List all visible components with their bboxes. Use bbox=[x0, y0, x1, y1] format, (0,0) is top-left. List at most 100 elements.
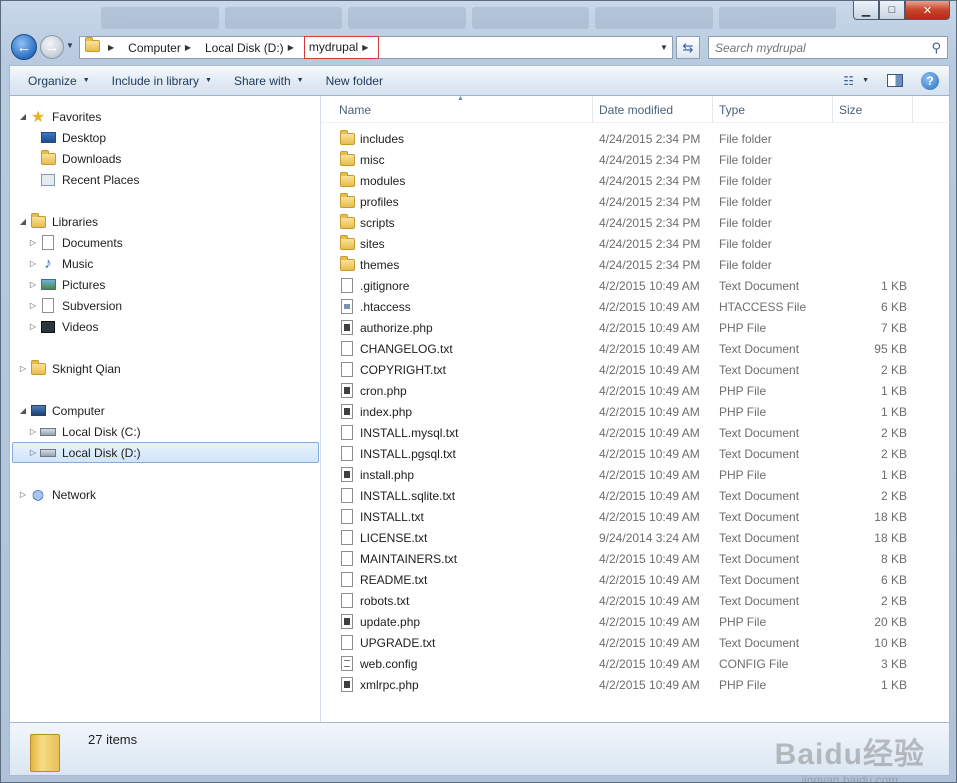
breadcrumb-mydrupal[interactable]: mydrupal ▶ bbox=[303, 35, 380, 59]
file-name: index.php bbox=[360, 404, 413, 419]
file-row[interactable]: index.php 4/2/2015 10:49 AM PHP File 1 KB bbox=[321, 401, 950, 422]
nav-user-folder[interactable]: ▷ Sknight Qian bbox=[18, 358, 121, 379]
refresh-button[interactable]: ⇆ bbox=[676, 36, 700, 59]
file-row[interactable]: COPYRIGHT.txt 4/2/2015 10:49 AM Text Docum… bbox=[321, 359, 950, 380]
file-row[interactable]: authorize.php 4/2/2015 10:49 AM PHP File 7 … bbox=[321, 317, 950, 338]
nav-downloads[interactable]: Downloads bbox=[40, 148, 121, 169]
search-icon[interactable]: ⚲ bbox=[931, 40, 941, 56]
nav-local-disk-d[interactable]: ▷ Local Disk (D:) bbox=[12, 442, 319, 463]
file-row[interactable]: INSTALL.txt 4/2/2015 10:49 AM Text Documen… bbox=[321, 506, 950, 527]
back-button[interactable]: ← bbox=[11, 34, 37, 60]
collapsed-icon[interactable]: ▷ bbox=[28, 427, 38, 436]
file-row[interactable]: profiles 4/24/2015 2:34 PM File folder bbox=[321, 191, 950, 212]
collapsed-icon[interactable]: ▷ bbox=[28, 238, 38, 247]
file-row[interactable]: xmlrpc.php 4/2/2015 10:49 AM PHP File 1 KB bbox=[321, 674, 950, 695]
include-in-library-button[interactable]: Include in library ▼ bbox=[104, 74, 220, 88]
file-date-modified: 4/2/2015 10:49 AM bbox=[599, 278, 700, 293]
file-row[interactable]: INSTALL.sqlite.txt 4/2/2015 10:49 AM Text … bbox=[321, 485, 950, 506]
file-row[interactable]: themes 4/24/2015 2:34 PM File folder bbox=[321, 254, 950, 275]
nav-local-disk-c[interactable]: ▷ Local Disk (C:) bbox=[28, 421, 141, 442]
recent-pages-dropdown-icon[interactable]: ▼ bbox=[66, 41, 74, 50]
nav-videos[interactable]: ▷ Videos bbox=[28, 316, 99, 337]
text-document-icon bbox=[339, 635, 355, 651]
text-document-icon bbox=[339, 551, 355, 567]
file-type: Text Document bbox=[719, 341, 800, 356]
minimize-button[interactable]: ▁ bbox=[853, 1, 879, 20]
php-file-icon bbox=[339, 404, 355, 420]
file-size: 95 KB bbox=[874, 341, 907, 356]
file-row[interactable]: MAINTAINERS.txt 4/2/2015 10:49 AM Text Doc… bbox=[321, 548, 950, 569]
breadcrumb-local-disk-d[interactable]: Local Disk (D:) ▶ bbox=[201, 37, 304, 58]
breadcrumb-computer[interactable]: Computer ▶ bbox=[124, 37, 201, 58]
file-row[interactable]: robots.txt 4/2/2015 10:49 AM Text Document… bbox=[321, 590, 950, 611]
file-row[interactable]: .gitignore 4/2/2015 10:49 AM Text Document… bbox=[321, 275, 950, 296]
column-size[interactable]: Size bbox=[833, 96, 913, 123]
column-type[interactable]: Type bbox=[713, 96, 833, 123]
file-name-cell: update.php bbox=[321, 614, 593, 630]
file-row[interactable]: .htaccess 4/2/2015 10:49 AM HTACCESS File 6… bbox=[321, 296, 950, 317]
nav-favorites[interactable]: ◢ ★ Favorites bbox=[18, 106, 101, 127]
share-with-button[interactable]: Share with ▼ bbox=[226, 74, 312, 88]
file-row[interactable]: install.php 4/2/2015 10:49 AM PHP File 1 KB bbox=[321, 464, 950, 485]
nav-network[interactable]: ▷ ◍ Network bbox=[18, 484, 96, 505]
text-document-icon bbox=[339, 530, 355, 546]
collapsed-icon[interactable]: ▷ bbox=[28, 301, 38, 310]
nav-libraries[interactable]: ◢ Libraries bbox=[18, 211, 98, 232]
file-name-cell: misc bbox=[321, 150, 593, 168]
file-row[interactable]: cron.php 4/2/2015 10:49 AM PHP File 1 KB bbox=[321, 380, 950, 401]
file-row[interactable]: includes 4/24/2015 2:34 PM File folder bbox=[321, 128, 950, 149]
file-row[interactable]: INSTALL.pgsql.txt 4/2/2015 10:49 AM Text D… bbox=[321, 443, 950, 464]
address-dropdown-icon[interactable]: ▼ bbox=[656, 43, 672, 52]
file-name-cell: INSTALL.sqlite.txt bbox=[321, 488, 593, 504]
organize-button[interactable]: Organize ▼ bbox=[20, 74, 98, 88]
address-bar[interactable]: ▶ Computer ▶ Local Disk (D:) ▶ mydrupal ▶ ▼ bbox=[79, 35, 673, 59]
collapsed-icon[interactable]: ▷ bbox=[28, 322, 38, 331]
nav-recent-places[interactable]: Recent Places bbox=[40, 169, 139, 190]
file-row[interactable]: sites 4/24/2015 2:34 PM File folder bbox=[321, 233, 950, 254]
expanded-icon[interactable]: ◢ bbox=[18, 217, 28, 226]
file-row[interactable]: modules 4/24/2015 2:34 PM File folder bbox=[321, 170, 950, 191]
search-input[interactable] bbox=[715, 40, 920, 55]
column-name[interactable]: ▲ Name bbox=[321, 95, 593, 123]
close-button[interactable]: ✕ bbox=[905, 1, 950, 20]
collapsed-icon[interactable]: ▷ bbox=[28, 280, 38, 289]
file-row[interactable]: INSTALL.mysql.txt 4/2/2015 10:49 AM Text D… bbox=[321, 422, 950, 443]
help-icon[interactable]: ? bbox=[921, 71, 939, 90]
collapsed-icon[interactable]: ▷ bbox=[28, 448, 38, 457]
folder-icon bbox=[339, 129, 355, 147]
nav-documents[interactable]: ▷ Documents bbox=[28, 232, 123, 253]
window-controls: ▁ □ ✕ bbox=[853, 1, 950, 20]
file-row[interactable]: UPGRADE.txt 4/2/2015 10:49 AM Text Documen… bbox=[321, 632, 950, 653]
file-row[interactable]: scripts 4/24/2015 2:34 PM File folder bbox=[321, 212, 950, 233]
nav-music[interactable]: ▷ ♪ Music bbox=[28, 253, 93, 274]
file-row[interactable]: README.txt 4/2/2015 10:49 AM Text Document… bbox=[321, 569, 950, 590]
file-size: 2 KB bbox=[880, 593, 907, 608]
expanded-icon[interactable]: ◢ bbox=[18, 112, 28, 121]
collapsed-icon[interactable]: ▷ bbox=[18, 364, 28, 373]
file-type: File folder bbox=[719, 173, 772, 188]
nav-subversion[interactable]: ▷ Subversion bbox=[28, 295, 122, 316]
maximize-button[interactable]: □ bbox=[879, 1, 905, 20]
collapsed-icon[interactable]: ▷ bbox=[18, 490, 28, 499]
forward-button[interactable]: → bbox=[40, 35, 64, 59]
nav-computer[interactable]: ◢ Computer bbox=[18, 400, 105, 421]
file-type: HTACCESS File bbox=[719, 299, 807, 314]
preview-pane-icon[interactable] bbox=[887, 74, 903, 87]
file-row[interactable]: LICENSE.txt 9/24/2014 3:24 AM Text Documen… bbox=[321, 527, 950, 548]
item-count: 27 items bbox=[88, 732, 138, 747]
file-row[interactable]: update.php 4/2/2015 10:49 AM PHP File 20 KB bbox=[321, 611, 950, 632]
file-size: 1 KB bbox=[880, 278, 907, 293]
file-row[interactable]: web.config 4/2/2015 10:49 AM CONFIG File 3 … bbox=[321, 653, 950, 674]
search-box[interactable]: ⚲ bbox=[708, 36, 948, 59]
column-date-modified[interactable]: Date modified bbox=[593, 96, 713, 123]
nav-desktop[interactable]: Desktop bbox=[40, 127, 106, 148]
file-row[interactable]: misc 4/24/2015 2:34 PM File folder bbox=[321, 149, 950, 170]
nav-pictures[interactable]: ▷ Pictures bbox=[28, 274, 105, 295]
change-view-button[interactable]: ☷ ▼ bbox=[843, 74, 869, 88]
breadcrumb-root-arrow[interactable]: ▶ bbox=[100, 37, 124, 58]
new-folder-button[interactable]: New folder bbox=[318, 74, 391, 88]
file-type: CONFIG File bbox=[719, 656, 789, 671]
collapsed-icon[interactable]: ▷ bbox=[28, 259, 38, 268]
file-row[interactable]: CHANGELOG.txt 4/2/2015 10:49 AM Text Docum… bbox=[321, 338, 950, 359]
expanded-icon[interactable]: ◢ bbox=[18, 406, 28, 415]
